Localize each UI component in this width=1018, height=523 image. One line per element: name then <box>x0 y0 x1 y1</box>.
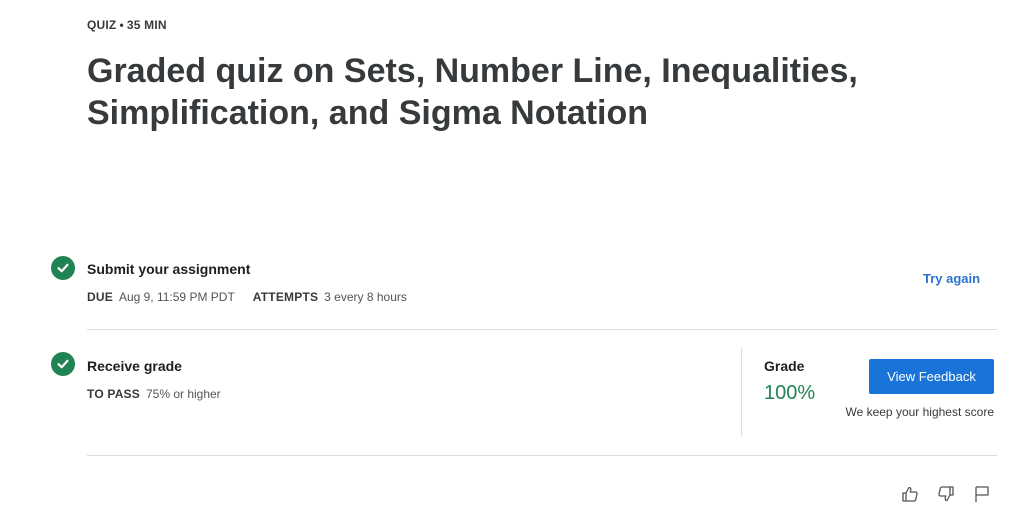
check-circle-icon <box>51 352 75 376</box>
flag-icon[interactable] <box>972 484 992 504</box>
check-circle-icon <box>51 256 75 280</box>
page-title: Graded quiz on Sets, Number Line, Inequa… <box>87 52 858 132</box>
highest-score-note: We keep your highest score <box>845 405 994 419</box>
grade-divider <box>741 348 742 436</box>
attempts-value: 3 every 8 hours <box>324 290 407 304</box>
due-value: Aug 9, 11:59 PM PDT <box>118 290 235 304</box>
quiz-type-label: QUIZ <box>87 18 117 32</box>
grade-label: Grade <box>764 358 805 374</box>
due-label: DUE <box>87 290 113 304</box>
quiz-duration: 35 MIN <box>126 18 167 32</box>
attempts-label: ATTEMPTS <box>252 290 319 304</box>
meta-separator: • <box>119 18 124 32</box>
quiz-meta: QUIZ • 35 MIN <box>87 18 167 32</box>
to-pass-value: 75% or higher <box>145 387 221 401</box>
section-divider <box>87 329 997 330</box>
grade-value: 100% <box>764 382 816 404</box>
submit-meta: DUE Aug 9, 11:59 PM PDT ATTEMPTS 3 every 8 … <box>87 290 407 304</box>
pass-meta: TO PASS 75% or higher <box>87 387 221 401</box>
to-pass-label: TO PASS <box>87 387 140 401</box>
try-again-link[interactable]: Try again <box>923 271 980 286</box>
view-feedback-button[interactable]: View Feedback <box>869 359 994 394</box>
thumbs-down-icon[interactable] <box>936 484 956 504</box>
section-divider <box>87 455 997 456</box>
feedback-icons <box>900 484 992 504</box>
receive-grade-title: Receive grade <box>87 358 182 374</box>
submit-assignment-title: Submit your assignment <box>87 261 251 277</box>
thumbs-up-icon[interactable] <box>900 484 920 504</box>
